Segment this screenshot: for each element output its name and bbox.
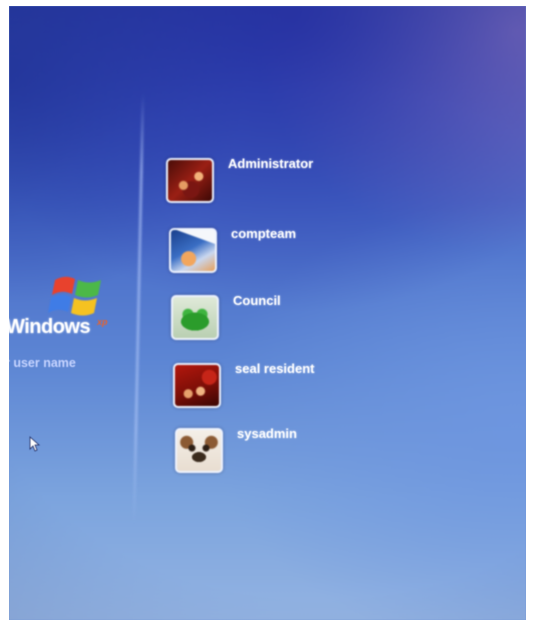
user-avatar (166, 158, 214, 203)
user-avatar (175, 428, 223, 473)
user-tile-compteam[interactable]: compteam (169, 226, 469, 284)
user-account-list: Administrator compteam Council seal resi… (9, 6, 526, 620)
user-name-label: compteam (231, 226, 297, 241)
user-tile-council[interactable]: Council (171, 293, 471, 351)
user-tile-seal-resident[interactable]: seal resident (173, 361, 473, 419)
user-avatar (171, 295, 219, 340)
user-tile-administrator[interactable]: Administrator (166, 156, 466, 214)
user-avatar (169, 228, 217, 273)
user-name-label: sysadmin (237, 426, 297, 441)
user-name-label: Council (233, 293, 281, 308)
login-screen-photo: Windows xp r user name Administrator com… (9, 6, 526, 620)
user-name-label: Administrator (228, 156, 314, 171)
user-tile-sysadmin[interactable]: sysadmin (175, 426, 475, 484)
user-name-label: seal resident (235, 361, 315, 376)
user-avatar (173, 363, 221, 408)
